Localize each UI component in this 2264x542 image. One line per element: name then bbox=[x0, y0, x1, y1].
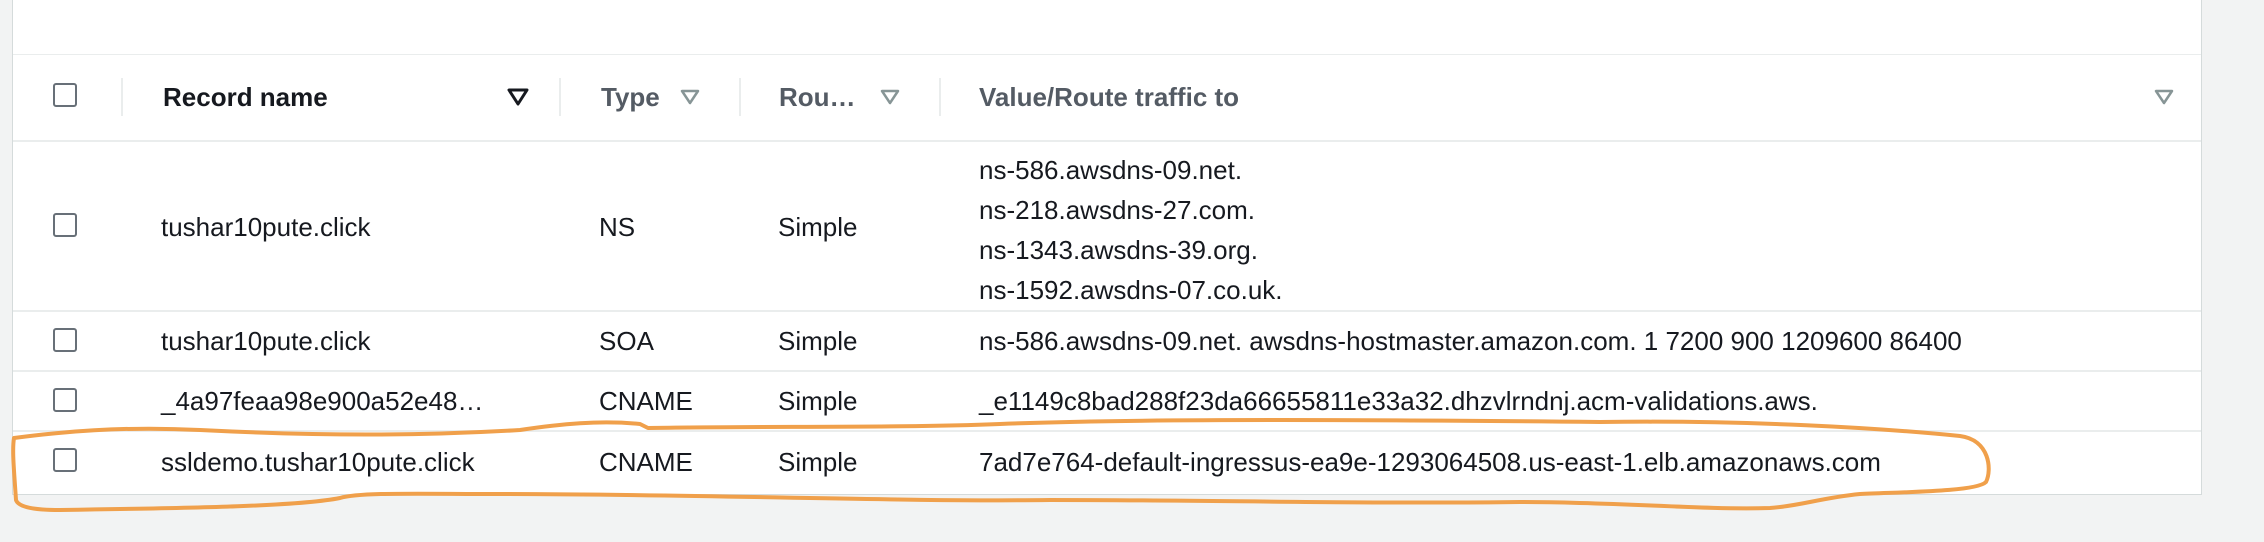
record-name-cell: _4a97feaa98e900a52e48… bbox=[161, 386, 484, 416]
column-header-record-name[interactable]: Record name bbox=[163, 54, 328, 140]
row-checkbox[interactable] bbox=[53, 448, 77, 472]
table-row[interactable]: tushar10pute.click SOA Simple ns-586.aws… bbox=[13, 312, 2201, 372]
row-checkbox[interactable] bbox=[53, 388, 77, 412]
value-line: ns-1343.awsdns-39.org. bbox=[979, 235, 1258, 265]
value-line: ns-1592.awsdns-07.co.uk. bbox=[979, 275, 1283, 305]
sort-caret-down-outline-icon[interactable] bbox=[879, 54, 901, 140]
sort-caret-down-outline-icon[interactable] bbox=[679, 54, 701, 140]
record-value-cell: ns-586.awsdns-09.net. awsdns-hostmaster.… bbox=[979, 326, 1962, 356]
record-type-cell: SOA bbox=[599, 326, 654, 356]
routing-policy-cell: Simple bbox=[778, 386, 858, 416]
column-separator bbox=[121, 78, 123, 116]
routing-policy-cell: Simple bbox=[778, 326, 858, 356]
table-header: Record name Type Rou… Value/Route traffi… bbox=[13, 54, 2201, 142]
column-separator bbox=[939, 78, 941, 116]
sort-caret-down-filled-icon[interactable] bbox=[507, 54, 529, 140]
select-all-checkbox[interactable] bbox=[53, 83, 77, 107]
record-value-cell: ns-586.awsdns-09.net. ns-218.awsdns-27.c… bbox=[979, 150, 1283, 310]
record-value-cell: 7ad7e764-default-ingressus-ea9e-12930645… bbox=[979, 447, 1881, 477]
table-row[interactable]: tushar10pute.click NS Simple ns-586.awsd… bbox=[13, 142, 2201, 312]
value-line: ns-218.awsdns-27.com. bbox=[979, 195, 1256, 225]
record-name-cell: tushar10pute.click bbox=[161, 326, 371, 356]
column-separator bbox=[739, 78, 741, 116]
column-header-routing-policy[interactable]: Rou… bbox=[779, 54, 856, 140]
routing-policy-cell: Simple bbox=[778, 212, 858, 242]
record-name-cell: tushar10pute.click bbox=[161, 212, 371, 242]
table-row[interactable]: _4a97feaa98e900a52e48… CNAME Simple _e11… bbox=[13, 372, 2201, 432]
record-value-cell: _e1149c8bad288f23da66655811e33a32.dhzvlr… bbox=[979, 386, 1818, 416]
table-toolbar-area bbox=[13, 0, 2201, 55]
record-type-cell: CNAME bbox=[599, 386, 693, 416]
record-type-cell: CNAME bbox=[599, 447, 693, 477]
row-checkbox[interactable] bbox=[53, 328, 77, 352]
sort-caret-down-outline-icon[interactable] bbox=[2153, 54, 2175, 140]
column-header-value[interactable]: Value/Route traffic to bbox=[979, 54, 1239, 140]
table-row[interactable]: ssldemo.tushar10pute.click CNAME Simple … bbox=[13, 432, 2201, 492]
record-type-cell: NS bbox=[599, 212, 636, 242]
routing-policy-cell: Simple bbox=[778, 447, 858, 477]
record-name-cell: ssldemo.tushar10pute.click bbox=[161, 447, 475, 477]
row-checkbox[interactable] bbox=[53, 213, 77, 237]
column-header-type[interactable]: Type bbox=[601, 54, 660, 140]
column-separator bbox=[559, 78, 561, 116]
records-table-panel: Record name Type Rou… Value/Route traffi… bbox=[12, 0, 2202, 495]
value-line: ns-586.awsdns-09.net. bbox=[979, 155, 1243, 185]
